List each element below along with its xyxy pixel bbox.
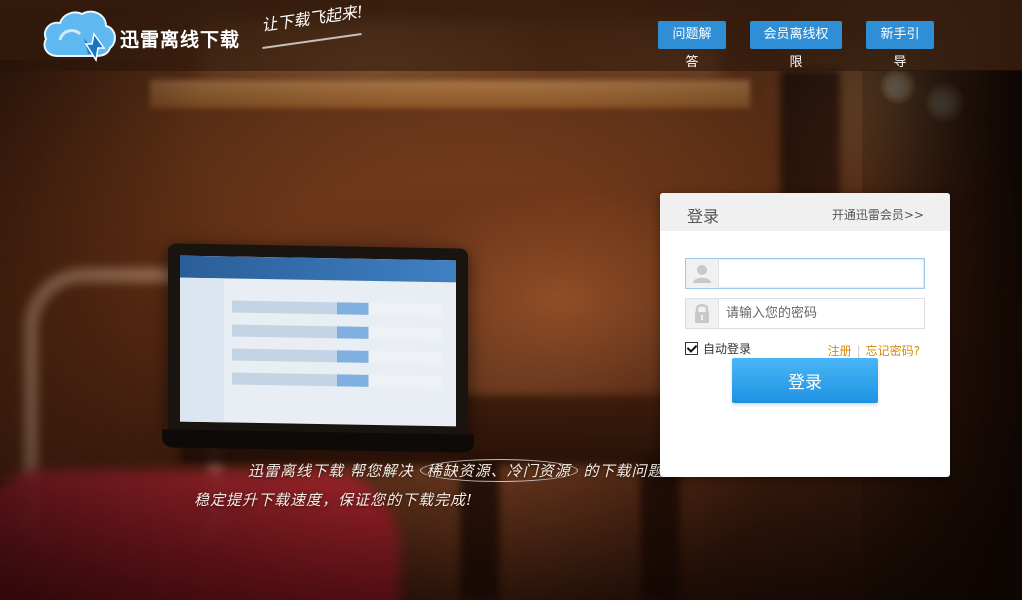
- slogan-highlight: 稀缺资源、冷门资源: [419, 459, 578, 482]
- register-link[interactable]: 注册: [828, 344, 852, 358]
- open-vip-link[interactable]: 开通迅雷会员>>: [832, 206, 924, 223]
- top-header: 迅雷离线下载 让下载飞起来! 问题解答 会员离线权限 新手引导: [0, 0, 1022, 71]
- forgot-password-link[interactable]: 忘记密码?: [866, 344, 920, 358]
- auto-login-checkbox[interactable]: 自动登录: [685, 340, 751, 357]
- password-field[interactable]: [685, 298, 925, 329]
- beginner-guide-button[interactable]: 新手引导: [866, 21, 934, 70]
- vip-offline-rights-button[interactable]: 会员离线权限: [750, 21, 842, 70]
- slogan-line-2: 稳定提升下载速度，保证您的下载完成!: [194, 491, 474, 509]
- slogan-line-1: 迅雷离线下载 帮您解决 稀缺资源、冷门资源 的下载问题: [248, 459, 663, 482]
- lock-icon: [686, 299, 719, 328]
- tagline: 让下载飞起来!: [260, 1, 365, 36]
- faq-button[interactable]: 问题解答: [658, 21, 726, 70]
- checkbox-checked-icon[interactable]: [685, 342, 698, 355]
- login-panel: 登录 开通迅雷会员>> 自动登录 注册 | 忘记密码? 登录: [660, 193, 950, 477]
- account-links: 注册 | 忘记密码?: [828, 342, 920, 359]
- username-field[interactable]: [685, 258, 925, 289]
- slogan-text: 的下载问题: [583, 462, 664, 480]
- cloud-logo-icon: [43, 10, 116, 63]
- laptop-illustration: [162, 243, 474, 453]
- login-header: 登录 开通迅雷会员>>: [660, 193, 950, 231]
- screen-row: [232, 300, 442, 317]
- link-separator: |: [856, 344, 861, 358]
- screen-sidebar: [180, 277, 224, 423]
- slogan-text: 迅雷离线下载 帮您解决: [248, 462, 414, 480]
- username-input[interactable]: [726, 263, 916, 284]
- password-input[interactable]: [726, 303, 916, 324]
- laptop-screen: [180, 255, 456, 427]
- login-title: 登录: [687, 207, 720, 226]
- user-icon: [686, 259, 719, 288]
- tagline-underline: [262, 33, 362, 49]
- screen-row: [232, 324, 442, 341]
- screen-row: [232, 372, 442, 389]
- login-submit-button[interactable]: 登录: [732, 358, 878, 403]
- logo-text: 迅雷离线下载: [120, 29, 241, 51]
- auto-login-label: 自动登录: [703, 342, 752, 356]
- screen-row: [232, 348, 442, 365]
